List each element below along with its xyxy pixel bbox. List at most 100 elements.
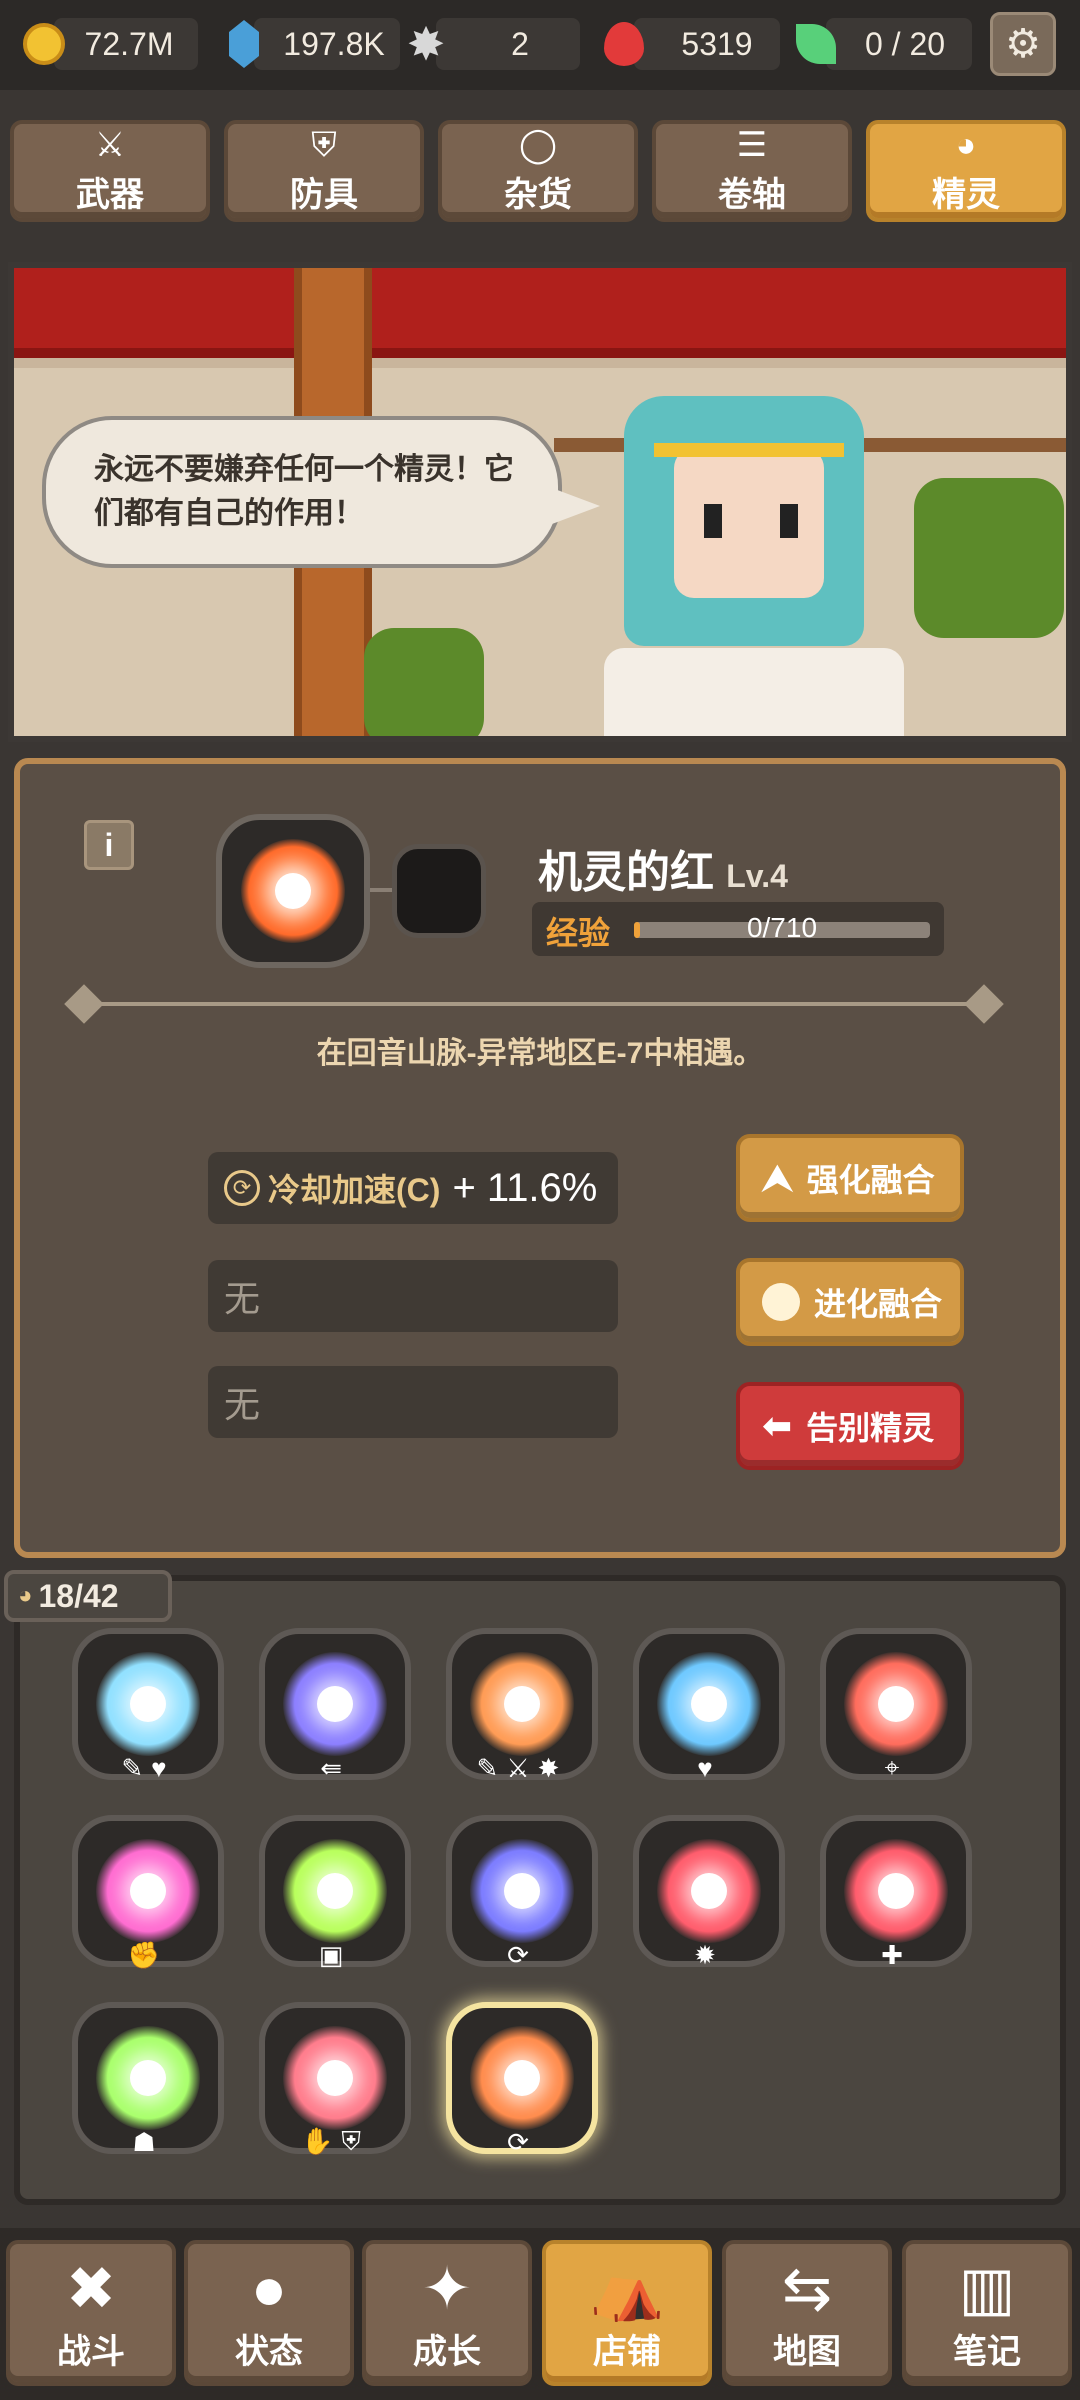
tab-scrolls[interactable]: ☰ 卷轴 [652, 120, 852, 222]
spirit-orb-icon [844, 1839, 948, 1943]
spirit-slot[interactable]: ▣ [259, 1815, 411, 1970]
gold-coin-icon [18, 18, 70, 70]
spirit-orb-icon [283, 2026, 387, 2130]
divider-gem [964, 984, 1004, 1024]
nav-shop[interactable]: ⛺ 店铺 [542, 2240, 712, 2386]
spirit-slot[interactable]: ✎⚔✸ [446, 1628, 598, 1783]
spirit-trait-icons: ⌖ [884, 1752, 908, 1782]
gold-counter[interactable]: 72.7M [18, 12, 198, 76]
spirit-orb-icon [96, 1839, 200, 1943]
star-shard-counter[interactable]: ✸ 2 [400, 12, 580, 76]
left-arrow-icon: ⬅ [762, 1405, 793, 1446]
soul-value: 5319 [681, 26, 753, 62]
sword-icon: ⚔ [94, 125, 126, 164]
spirit-slot[interactable]: ✚ [820, 1815, 972, 1970]
farewell-spirit-button[interactable]: ⬅ 告别精灵 [736, 1382, 964, 1470]
spirit-trait-icons: ✊ [127, 1940, 169, 1970]
nav-label: 店铺 [593, 2332, 661, 2371]
nav-battle[interactable]: ✖ 战斗 [6, 2240, 176, 2386]
spirit-trait-icons: ▣ [318, 1940, 352, 1970]
spirit-icon: ◕ [955, 125, 977, 164]
shopkeeper-tiara [654, 443, 844, 457]
spirit-leaf-icon [790, 18, 842, 70]
speech-bubble: 永远不要嫌弃任何一个精灵！它们都有自己的作用！ [42, 416, 562, 568]
resource-bar: 72.7M 197.8K ✸ 2 5319 0 / 20 ⚙ [0, 0, 1080, 90]
spirit-slot[interactable]: ⇚ [259, 1628, 411, 1783]
spirit-trait-icons: ⇚ [320, 1753, 350, 1783]
up-arrow-icon: ⮝ [762, 1156, 793, 1198]
info-button[interactable]: i [84, 820, 134, 870]
spirit-orb-icon [96, 2026, 200, 2130]
growth-icon: ✦ [421, 2254, 473, 2322]
button-label: 进化融合 [814, 1286, 943, 1322]
battle-icon: ✖ [65, 2254, 117, 2322]
shopkeeper-dress [604, 648, 904, 736]
fire-spirit-icon [241, 839, 345, 943]
spirit-slot[interactable]: ⌖ [820, 1628, 972, 1782]
bottom-navigation: ✖ 战斗 ● 状态 ✦ 成长 ⛺ 店铺 ⇆ 地图 ▥ 笔记 [0, 2228, 1080, 2400]
spirit-slot[interactable]: ♥ [633, 1628, 785, 1783]
ring-icon: ◯ [518, 125, 558, 164]
empty-fusion-slot[interactable] [392, 844, 486, 938]
stat-row-1: ⟳ 冷却加速(C) + 11.6% [208, 1152, 618, 1224]
plant [364, 628, 484, 736]
exp-text: 0/710 [746, 912, 818, 943]
tab-misc[interactable]: ◯ 杂货 [438, 120, 638, 222]
nav-label: 笔记 [953, 2332, 1021, 2371]
plant [914, 478, 1064, 638]
settings-button[interactable]: ⚙ [990, 12, 1056, 76]
stat-row-3: 无 [208, 1366, 618, 1438]
spirit-orb-icon [283, 1839, 387, 1943]
collection-count: 18/42 [38, 1577, 119, 1614]
evolve-fusion-button[interactable]: 进化融合 [736, 1258, 964, 1346]
spirit-detail-panel: i 机灵的红 Lv.4 经验 0/710 在回音山脉-异常地区E-7中相遇。 ⟳… [14, 758, 1066, 1558]
tab-armor[interactable]: ⛨ 防具 [224, 120, 424, 222]
spirit-trait-icons: ⟳ [507, 2127, 537, 2157]
spirit-orb-icon [96, 1652, 200, 1756]
spirit-orb-icon [283, 1652, 387, 1756]
spirit-leaf-counter[interactable]: 0 / 20 [790, 12, 972, 76]
gear-icon: ⚙ [1005, 22, 1041, 66]
spirit-trait-icons: ♥ [697, 1753, 721, 1783]
tab-spirits[interactable]: ◕ 精灵 [866, 120, 1066, 222]
spirit-slot[interactable]: ✎♥ [72, 1628, 224, 1783]
button-label: 告别精灵 [806, 1410, 935, 1446]
info-icon: i [104, 827, 114, 863]
shopkeeper-eye [704, 504, 722, 538]
scroll-icon: ☰ [736, 125, 768, 164]
spirit-orb-icon [844, 1652, 948, 1756]
spirit-trait-icons: ☗ [132, 2127, 164, 2157]
spirit-trait-icons: ✚ [881, 1940, 911, 1970]
spirit-slot[interactable]: ✋⛨ [259, 2002, 411, 2156]
soul-counter[interactable]: 5319 [598, 12, 780, 76]
shopkeeper-face [674, 448, 824, 598]
spirit-orb-icon [657, 1839, 761, 1943]
notes-icon: ▥ [958, 2254, 1016, 2322]
shopkeeper-scene: 永远不要嫌弃任何一个精灵！它们都有自己的作用！ [8, 262, 1072, 742]
nav-status[interactable]: ● 状态 [184, 2240, 354, 2386]
spirit-name: 机灵的红 Lv.4 [538, 836, 788, 900]
spirit-trait-icons: ✋⛨ [301, 2126, 369, 2156]
crystal-counter[interactable]: 197.8K [218, 12, 400, 76]
tab-label: 卷轴 [718, 175, 786, 214]
spirit-slot[interactable]: ⟳ [446, 2002, 598, 2157]
spirit-slot[interactable]: ⟳ [446, 1815, 598, 1970]
spirit-slot[interactable]: ☗ [72, 2002, 224, 2157]
spirit-trait-icons: ⟳ [507, 1940, 537, 1970]
enhance-fusion-button[interactable]: ⮝ 强化融合 [736, 1134, 964, 1222]
nav-label: 成长 [413, 2332, 481, 2371]
tab-label: 防具 [290, 175, 358, 214]
tab-weapons[interactable]: ⚔ 武器 [10, 120, 210, 222]
armor-icon: ⛨ [311, 125, 337, 164]
spirit-slot[interactable]: ✊ [72, 1815, 224, 1970]
nav-growth[interactable]: ✦ 成长 [362, 2240, 532, 2386]
nav-notes[interactable]: ▥ 笔记 [902, 2240, 1072, 2386]
encounter-location: 在回音山脉-异常地区E-7中相遇。 [316, 1037, 764, 1070]
divider [84, 1002, 984, 1006]
spirit-slot[interactable]: ✹ [633, 1815, 785, 1970]
nav-label: 状态 [235, 2332, 303, 2371]
gold-value: 72.7M [84, 26, 174, 62]
moon-icon [762, 1283, 800, 1321]
shop-icon: ⛺ [589, 2254, 665, 2322]
nav-map[interactable]: ⇆ 地图 [722, 2240, 892, 2386]
